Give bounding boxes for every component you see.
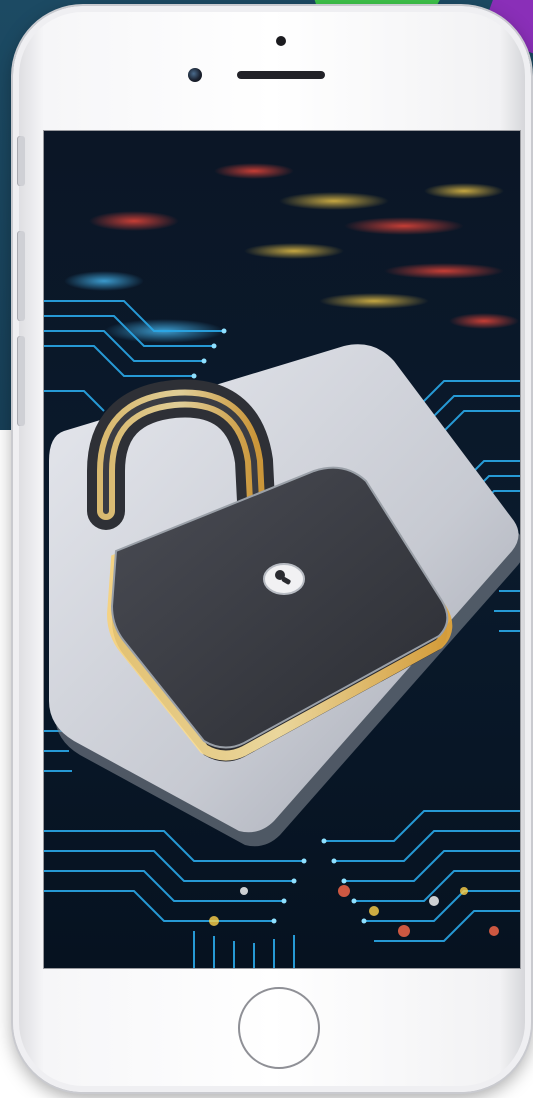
volume-down-button <box>17 336 25 426</box>
earpiece-speaker <box>237 71 325 79</box>
phone-screen <box>44 131 520 968</box>
volume-up-button <box>17 231 25 321</box>
mute-switch <box>17 136 25 186</box>
proximity-sensor <box>276 36 286 46</box>
cybersecurity-illustration <box>44 131 520 968</box>
home-button[interactable] <box>238 987 320 1069</box>
keyhole-icon <box>263 563 305 595</box>
front-camera-icon <box>188 68 202 82</box>
